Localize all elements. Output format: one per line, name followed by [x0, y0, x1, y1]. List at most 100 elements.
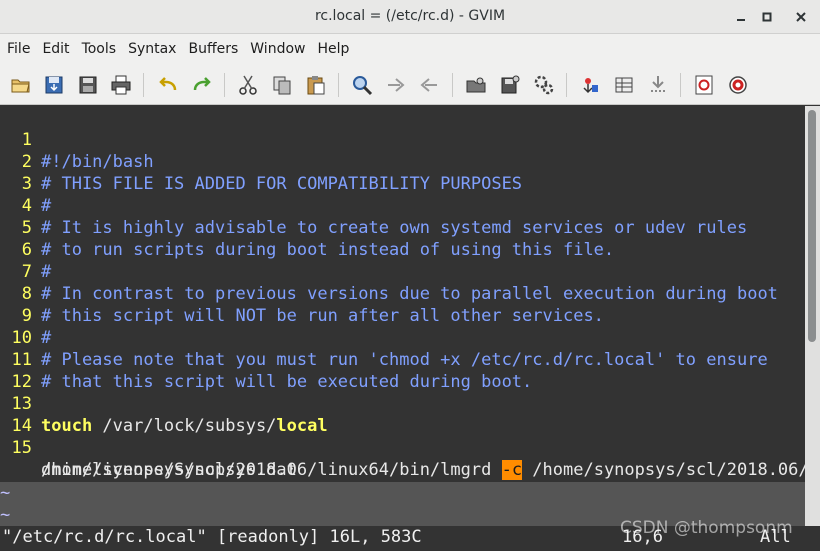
keyword-token: touch	[41, 416, 93, 436]
find-prev-icon	[420, 78, 437, 92]
find-replace-icon	[353, 76, 373, 96]
text-token: /home/synopsys/scl/2018.06/a	[522, 460, 805, 480]
menu-edit[interactable]: Edit	[36, 34, 75, 65]
redo-button[interactable]	[190, 73, 214, 97]
cut-icon	[239, 75, 257, 95]
editor-line: 13 touch /var/lock/subsys/local	[0, 371, 328, 436]
save-button[interactable]	[42, 73, 66, 97]
find-next-icon	[388, 78, 405, 92]
editor-line: 9 #	[0, 283, 52, 348]
editor-line: 2 # THIS FILE IS ADDED FOR COMPATIBILITY…	[0, 129, 522, 194]
editor-line: 15 /home/synopsys/scl/2018.06/linux64/bi…	[0, 415, 805, 480]
menu-bar: File Edit Tools Syntax Buffers Window He…	[0, 34, 820, 65]
build-tags-button[interactable]	[612, 73, 636, 97]
toolbar-separator	[452, 73, 453, 97]
save-all-button[interactable]	[76, 73, 100, 97]
run-script-icon	[534, 75, 554, 95]
editor-line: 5 # to run scripts during boot instead o…	[0, 195, 614, 260]
undo-icon	[159, 77, 177, 91]
find-replace-button[interactable]	[350, 73, 374, 97]
menu-help[interactable]: Help	[311, 34, 355, 65]
find-prev-button[interactable]	[417, 73, 441, 97]
editor-line: 14	[0, 393, 41, 436]
help-button[interactable]	[692, 73, 716, 97]
jump-tag-button[interactable]	[646, 73, 670, 97]
line-text: #	[41, 196, 52, 216]
line-text: touch /var/lock/subsys/local	[41, 415, 328, 437]
empty-line-marker: ~	[0, 482, 805, 504]
line-text: #	[41, 262, 52, 282]
line-text: # to run scripts during boot instead of …	[41, 240, 615, 260]
editor-line: 3 #	[0, 151, 52, 216]
toolbar-separator	[338, 73, 339, 97]
line-text: # THIS FILE IS ADDED FOR COMPATIBILITY P…	[41, 174, 523, 194]
toolbar-separator	[680, 73, 681, 97]
copy-button[interactable]	[270, 73, 294, 97]
status-message: "/etc/rc.d/rc.local" [readonly] 16L, 583…	[2, 527, 422, 547]
maximize-button[interactable]	[756, 6, 778, 28]
save-all-icon	[79, 76, 97, 94]
menu-file[interactable]: File	[1, 34, 36, 65]
close-icon	[796, 12, 806, 22]
editor-line: 10 # Please note that you must run 'chmo…	[0, 305, 768, 370]
text-editor[interactable]: 1 #!/bin/bash 2 # THIS FILE IS ADDED FOR…	[0, 106, 805, 526]
line-text: # In contrast to previous versions due t…	[41, 284, 778, 304]
toolbar-separator	[566, 73, 567, 97]
menu-window[interactable]: Window	[244, 34, 311, 65]
save-session-button[interactable]	[498, 73, 522, 97]
scrollbar-thumb[interactable]	[808, 110, 816, 342]
text-token: /var/lock/subsys/	[92, 416, 277, 436]
paste-button[interactable]	[304, 73, 328, 97]
find-help-icon	[729, 76, 747, 94]
close-button[interactable]	[790, 6, 812, 28]
editor-line: 4 # It is highly advisable to create own…	[0, 173, 747, 238]
make-icon	[583, 78, 598, 94]
vertical-scrollbar[interactable]	[805, 106, 820, 526]
print-icon	[111, 75, 131, 95]
line-text: # Please note that you must run 'chmod +…	[41, 350, 768, 370]
editor-line: 1 #!/bin/bash	[0, 107, 154, 172]
find-next-button[interactable]	[384, 73, 408, 97]
editor-line: 11 # that this script will be executed d…	[0, 327, 533, 392]
toolbar-separator	[143, 73, 144, 97]
toolbar	[0, 65, 820, 105]
find-help-button[interactable]	[726, 73, 750, 97]
maximize-icon	[762, 12, 772, 22]
editor-line: 6 #	[0, 217, 52, 282]
line-text: # that this script will be executed duri…	[41, 372, 533, 392]
cut-button[interactable]	[236, 73, 260, 97]
editor-line: 12	[0, 349, 41, 392]
line-text: dmin/license/Synopsys.dat	[41, 460, 297, 480]
line-text: #	[41, 328, 52, 348]
save-session-icon	[501, 75, 520, 94]
menu-buffers[interactable]: Buffers	[182, 34, 244, 65]
minimize-icon	[737, 19, 745, 21]
line-text: #!/bin/bash	[41, 152, 154, 172]
line-text: # It is highly advisable to create own s…	[41, 218, 748, 238]
help-icon	[695, 75, 713, 95]
window-title: rc.local = (/etc/rc.d) - GVIM	[314, 8, 506, 24]
build-tags-icon	[615, 77, 633, 93]
menu-tools[interactable]: Tools	[76, 34, 123, 65]
editor-line: 16 exit 0	[0, 459, 103, 524]
minimize-button[interactable]	[730, 6, 752, 28]
keyword-token: local	[276, 416, 328, 436]
line-text: # this script will NOT be run after all …	[41, 306, 604, 326]
menu-syntax[interactable]: Syntax	[122, 34, 182, 65]
toolbar-separator	[224, 73, 225, 97]
print-button[interactable]	[109, 73, 133, 97]
editor-line: 7 # In contrast to previous versions due…	[0, 239, 778, 304]
make-button[interactable]	[578, 73, 602, 97]
paste-icon	[307, 76, 325, 95]
title-bar: rc.local = (/etc/rc.d) - GVIM	[0, 0, 820, 34]
load-session-button[interactable]	[464, 73, 488, 97]
open-icon	[11, 79, 30, 93]
flag-token: -c	[501, 460, 523, 480]
save-icon	[45, 76, 63, 94]
open-button[interactable]	[9, 73, 33, 97]
undo-button[interactable]	[156, 73, 180, 97]
editor-line: 8 # this script will NOT be run after al…	[0, 261, 604, 326]
editor-line-wrap: dmin/license/Synopsys.dat	[0, 437, 297, 480]
run-script-button[interactable]	[532, 73, 556, 97]
copy-icon	[273, 76, 291, 95]
